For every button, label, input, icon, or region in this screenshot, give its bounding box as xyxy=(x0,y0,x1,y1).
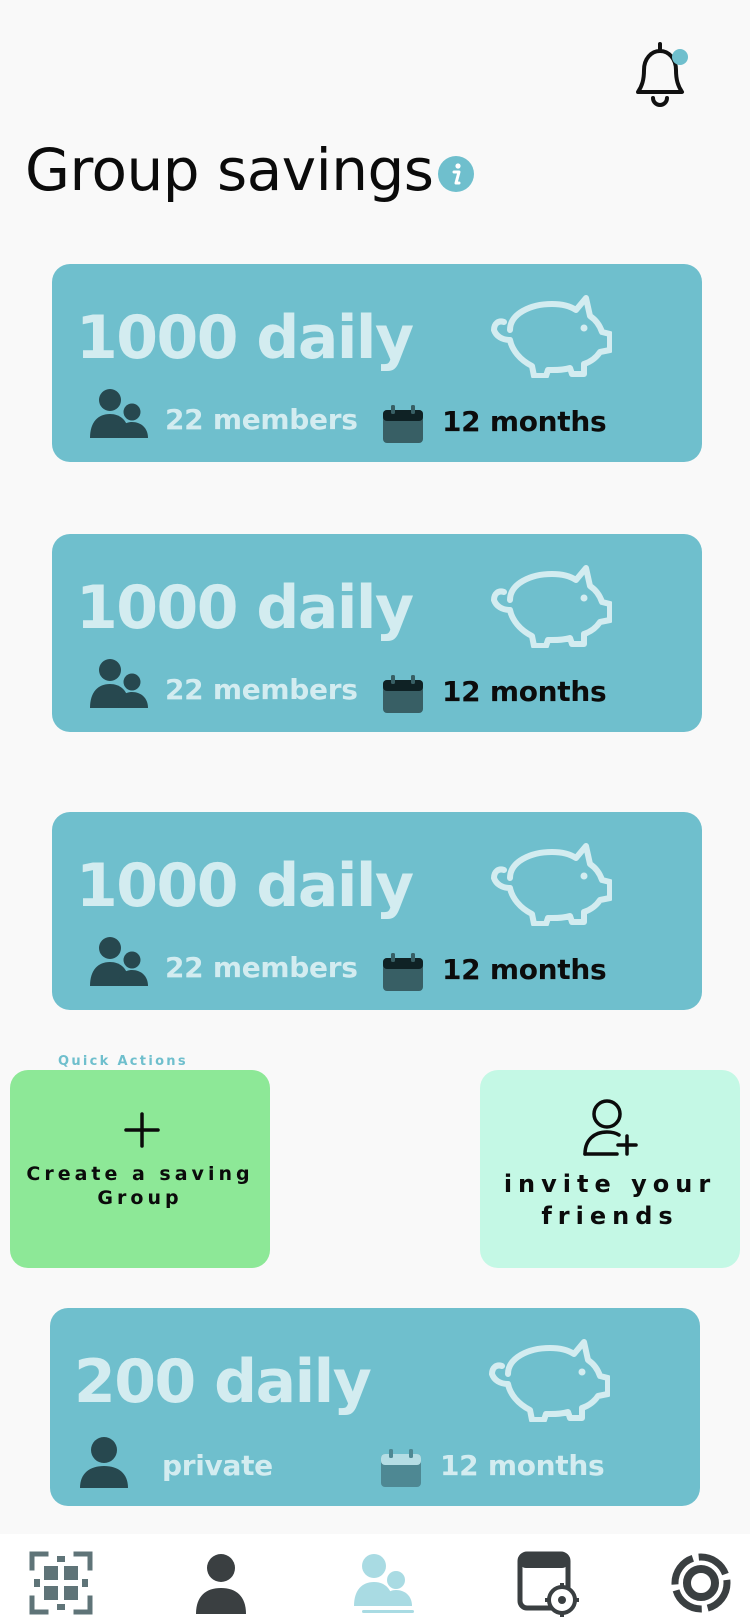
tab-calendar-target[interactable] xyxy=(514,1548,584,1618)
piggy-bank-icon xyxy=(486,1336,610,1422)
savings-amount: 1000 daily xyxy=(76,303,414,373)
tab-profile[interactable] xyxy=(186,1548,256,1618)
tab-scan[interactable] xyxy=(26,1548,96,1618)
members-icon xyxy=(88,388,150,440)
savings-duration: 12 months xyxy=(442,675,607,708)
page-title: Group savings xyxy=(25,136,434,204)
savings-card[interactable]: 1000 daily 22 members 12 months xyxy=(52,812,702,1010)
bottom-tab-bar xyxy=(0,1534,750,1624)
savings-amount: 1000 daily xyxy=(76,851,414,921)
members-count: 22 members xyxy=(165,673,358,706)
info-icon[interactable] xyxy=(438,156,474,192)
invite-friends-button[interactable]: invite your friends xyxy=(480,1070,740,1268)
piggy-bank-icon xyxy=(488,292,612,378)
profile-icon xyxy=(196,1554,246,1614)
settings-ring-icon xyxy=(671,1553,731,1613)
calendar-icon xyxy=(382,952,424,992)
members-count: 22 members xyxy=(165,951,358,984)
piggy-bank-icon xyxy=(488,562,612,648)
piggy-bank-icon xyxy=(488,840,612,926)
plus-icon xyxy=(124,1112,160,1148)
savings-duration: 12 months xyxy=(440,1449,605,1482)
tab-settings[interactable] xyxy=(666,1548,736,1618)
members-icon xyxy=(88,658,150,710)
create-saving-group-button[interactable]: Create a saving Group xyxy=(10,1070,270,1268)
savings-card[interactable]: 1000 daily 22 members 12 months xyxy=(52,534,702,732)
savings-card[interactable]: 1000 daily 22 members 12 months xyxy=(52,264,702,462)
calendar-icon xyxy=(380,1448,422,1488)
scan-qr-icon xyxy=(29,1551,93,1615)
groups-icon xyxy=(354,1554,412,1606)
create-saving-group-label: Create a saving Group xyxy=(26,1163,254,1209)
savings-duration: 12 months xyxy=(442,953,607,986)
privacy-label: private xyxy=(162,1449,273,1482)
bell-icon[interactable] xyxy=(628,40,692,110)
members-count: 22 members xyxy=(165,403,358,436)
members-icon xyxy=(88,936,150,988)
notification-dot xyxy=(672,49,688,65)
tab-groups[interactable] xyxy=(348,1548,418,1618)
calendar-target-icon xyxy=(517,1551,579,1617)
person-icon xyxy=(78,1436,130,1488)
active-tab-indicator xyxy=(362,1610,414,1613)
invite-friends-label: invite your friends xyxy=(503,1170,717,1230)
quick-actions-label: Quick Actions xyxy=(58,1054,188,1069)
savings-amount: 200 daily xyxy=(74,1347,372,1417)
add-user-icon xyxy=(583,1099,638,1156)
private-savings-card[interactable]: 200 daily private 12 months xyxy=(50,1308,700,1506)
calendar-icon xyxy=(382,674,424,714)
calendar-icon xyxy=(382,404,424,444)
savings-duration: 12 months xyxy=(442,405,607,438)
savings-amount: 1000 daily xyxy=(76,573,414,643)
